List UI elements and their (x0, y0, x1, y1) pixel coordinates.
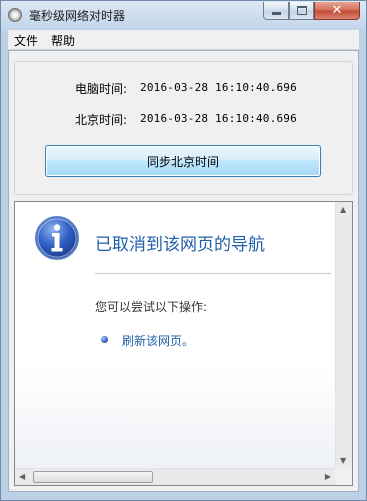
refresh-page-link[interactable]: 刷新该网页。 (122, 332, 194, 349)
time-panel: 电脑时间: 2016-03-28 16:10:40.696 北京时间: 2016… (14, 61, 353, 195)
vertical-scrollbar[interactable]: ▲ ▼ (335, 202, 352, 469)
client-area: 电脑时间: 2016-03-28 16:10:40.696 北京时间: 2016… (8, 50, 359, 492)
horizontal-scrollbar[interactable]: ◀ ▶ (15, 468, 335, 485)
scroll-left-arrow-icon[interactable]: ◀ (19, 473, 25, 481)
navigation-canceled-page: 已取消到该网页的导航 您可以尝试以下操作: 刷新该网页。 (15, 202, 335, 469)
minimize-button[interactable] (263, 2, 289, 20)
beijing-time-value: 2016-03-28 16:10:40.696 (140, 112, 297, 125)
scrollbar-corner (335, 468, 352, 485)
browser-pane: 已取消到该网页的导航 您可以尝试以下操作: 刷新该网页。 ▲ ▼ ◀ ▶ (14, 201, 353, 486)
heading-divider (95, 273, 331, 274)
suggestion-text: 您可以尝试以下操作: (95, 300, 208, 314)
bullet-icon (101, 336, 108, 343)
window-title: 毫秒级网络对时器 (29, 9, 126, 23)
menu-file[interactable]: 文件 (14, 32, 38, 49)
sync-beijing-time-button[interactable]: 同步北京时间 (45, 145, 321, 177)
title-bar[interactable]: 毫秒级网络对时器 ✕ (1, 1, 366, 29)
scroll-right-arrow-icon[interactable]: ▶ (325, 473, 331, 481)
app-icon[interactable] (8, 8, 22, 22)
maximize-button[interactable] (289, 2, 314, 20)
menu-bar: 文件 帮助 (8, 30, 359, 50)
close-button[interactable]: ✕ (314, 2, 360, 20)
info-icon (35, 216, 79, 260)
scroll-down-arrow-icon[interactable]: ▼ (340, 457, 346, 465)
beijing-time-label: 北京时间: (75, 113, 128, 127)
close-icon: ✕ (331, 3, 343, 18)
computer-time-value: 2016-03-28 16:10:40.696 (140, 81, 297, 94)
menu-help[interactable]: 帮助 (51, 32, 75, 49)
horizontal-scroll-thumb[interactable] (33, 471, 153, 483)
minimize-icon (271, 12, 281, 15)
computer-time-label: 电脑时间: (75, 82, 128, 96)
main-window: 毫秒级网络对时器 ✕ 文件 帮助 电脑时间: 2016-03-28 16:10:… (0, 0, 367, 501)
maximize-icon (296, 6, 307, 15)
navigation-canceled-heading: 已取消到该网页的导航 (95, 235, 265, 255)
scroll-up-arrow-icon[interactable]: ▲ (340, 206, 346, 214)
